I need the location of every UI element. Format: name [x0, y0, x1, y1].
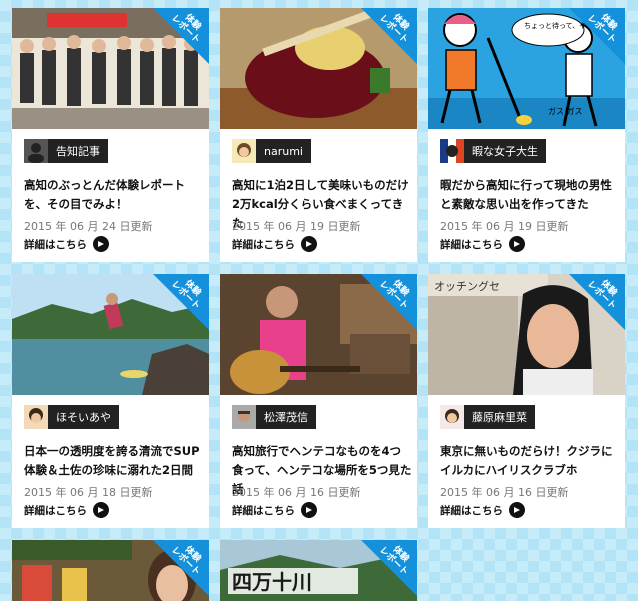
taiken-report-ribbon: 体験 レポート: [569, 274, 625, 330]
author-name: 暇な女子大生: [472, 145, 538, 158]
arrow-right-icon: [301, 502, 317, 518]
taiken-report-ribbon: 体験 レポート: [153, 8, 209, 64]
taiken-report-ribbon: 体験 レポート: [569, 8, 625, 64]
author-name: 告知記事: [56, 145, 100, 158]
article-date: 2015 年 06 月 24 日更新: [24, 220, 153, 233]
article-card[interactable]: 体験 レポート ほそいあや 日本一の透明度を誇る清流でSUP体験＆土佐の珍味に溺…: [12, 274, 209, 528]
article-thumbnail[interactable]: オッチングセ 体験 レポート: [428, 274, 625, 395]
article-date: 2015 年 06 月 16 日更新: [232, 486, 361, 499]
article-title[interactable]: 東京に無いものだらけ！クジラにイルカにハイリスクラブホ: [440, 442, 620, 480]
read-more-link[interactable]: 詳細はこちら: [232, 236, 317, 252]
article-card[interactable]: 四万十川 体験 レポート: [220, 540, 417, 601]
avatar: [24, 139, 48, 163]
arrow-right-icon: [93, 236, 109, 252]
read-more-link[interactable]: 詳細はこちら: [440, 502, 525, 518]
article-date: 2015 年 06 月 16 日更新: [440, 486, 569, 499]
author-name: ほそいあや: [56, 411, 111, 424]
author-badge: 暇な女子大生: [440, 139, 546, 163]
article-thumbnail[interactable]: 体験 レポート: [220, 8, 417, 129]
avatar: [440, 405, 464, 429]
article-thumbnail[interactable]: 体験 レポート: [12, 540, 209, 601]
taiken-report-ribbon: 体験 レポート: [361, 540, 417, 596]
author-badge: narumi: [232, 139, 311, 163]
author-badge: ほそいあや: [24, 405, 119, 429]
arrow-right-icon: [509, 502, 525, 518]
article-card[interactable]: 体験 レポート 告知記事 高知のぶっとんだ体験レポートを、その目でみよ！ 201…: [12, 8, 209, 262]
article-card[interactable]: ちょっと待って、やめっ ちょっ… ガス ガス 体験 レポート 暇な女子大生 暇だ…: [428, 8, 625, 262]
article-thumbnail[interactable]: 体験 レポート: [12, 8, 209, 129]
arrow-right-icon: [301, 236, 317, 252]
author-badge: 松澤茂信: [232, 405, 316, 429]
article-title[interactable]: 高知のぶっとんだ体験レポートを、その目でみよ！: [24, 176, 204, 214]
article-date: 2015 年 06 月 19 日更新: [440, 220, 569, 233]
avatar: [440, 139, 464, 163]
arrow-right-icon: [93, 502, 109, 518]
author-name: 藤原麻里菜: [472, 411, 527, 424]
article-card[interactable]: 体験 レポート narumi 高知に1泊2日して美味いものだけ2万kcal分くら…: [220, 8, 417, 262]
article-card[interactable]: 体験 レポート: [12, 540, 209, 601]
article-thumbnail[interactable]: 四万十川 体験 レポート: [220, 540, 417, 601]
avatar: [24, 405, 48, 429]
article-title[interactable]: 日本一の透明度を誇る清流でSUP体験＆土佐の珍味に溺れた2日間: [24, 442, 204, 480]
read-more-link[interactable]: 詳細はこちら: [24, 502, 109, 518]
author-name: narumi: [264, 144, 303, 158]
article-date: 2015 年 06 月 19 日更新: [232, 220, 361, 233]
author-badge: 藤原麻里菜: [440, 405, 535, 429]
read-more-link[interactable]: 詳細はこちら: [232, 502, 317, 518]
taiken-report-ribbon: 体験 レポート: [153, 540, 209, 596]
avatar: [232, 139, 256, 163]
taiken-report-ribbon: 体験 レポート: [361, 274, 417, 330]
article-card[interactable]: 体験 レポート 松澤茂信 高知旅行でヘンテコなものを4つ食って、ヘンテコな場所を…: [220, 274, 417, 528]
author-badge: 告知記事: [24, 139, 108, 163]
read-more-link[interactable]: 詳細はこちら: [24, 236, 109, 252]
taiken-report-ribbon: 体験 レポート: [361, 8, 417, 64]
article-thumbnail[interactable]: ちょっと待って、やめっ ちょっ… ガス ガス 体験 レポート: [428, 8, 625, 129]
article-date: 2015 年 06 月 18 日更新: [24, 486, 153, 499]
article-title[interactable]: 暇だから高知に行って現地の男性と素敵な思い出を作ってきた: [440, 176, 620, 214]
shimanto-sign-text: 四万十川: [232, 570, 312, 594]
article-thumbnail[interactable]: 体験 レポート: [220, 274, 417, 395]
arrow-right-icon: [509, 236, 525, 252]
caption-text: ガス ガス: [548, 106, 583, 116]
shop-sign-text: オッチングセ: [434, 279, 500, 293]
article-thumbnail[interactable]: 体験 レポート: [12, 274, 209, 395]
article-card[interactable]: オッチングセ 体験 レポート 藤原麻里菜 東京に無いものだらけ！クジラにイルカに…: [428, 274, 625, 528]
taiken-report-ribbon: 体験 レポート: [153, 274, 209, 330]
read-more-link[interactable]: 詳細はこちら: [440, 236, 525, 252]
avatar: [232, 405, 256, 429]
author-name: 松澤茂信: [264, 411, 308, 424]
